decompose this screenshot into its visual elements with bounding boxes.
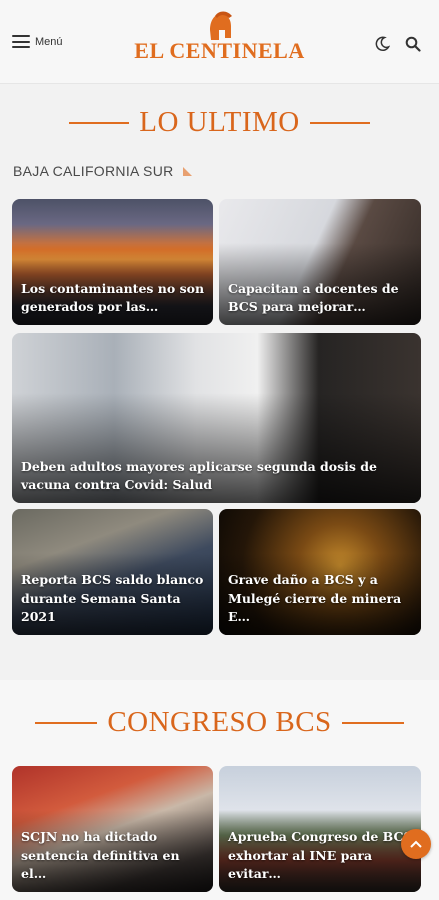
section-title-lo-ultimo: LO ULTIMO — [0, 106, 439, 139]
title-rule — [69, 121, 130, 124]
news-card[interactable]: Grave daño a BCS y a Mulegé cierre de mi… — [219, 509, 421, 635]
news-card[interactable]: Aprueba Congreso de BCS exhortar al INE … — [219, 766, 421, 892]
news-card[interactable]: SCJN no ha dictado sentencia definitiva … — [12, 766, 213, 892]
moon-icon[interactable] — [374, 36, 390, 52]
triangle-icon — [182, 166, 192, 176]
title-rule — [35, 721, 98, 724]
card-caption: Los contaminantes no son generados por l… — [21, 280, 205, 315]
section-title-congreso: CONGRESO BCS — [0, 706, 439, 739]
search-icon[interactable] — [405, 36, 421, 52]
chevron-up-icon — [410, 840, 422, 848]
card-caption: SCJN no ha dictado sentencia definitiva … — [21, 828, 180, 882]
category-heading[interactable]: BAJA CALIFORNIA SUR — [13, 163, 193, 179]
section-heading: CONGRESO BCS — [107, 706, 332, 738]
news-card[interactable]: Reporta BCS saldo blanco durante Semana … — [12, 509, 213, 635]
news-card[interactable]: Capacitan a docentes de BCS para mejorar… — [219, 199, 421, 325]
scroll-to-top-button[interactable] — [401, 829, 431, 859]
title-rule — [341, 721, 404, 724]
section-heading: LO ULTIMO — [139, 106, 300, 138]
card-caption: Deben adultos mayores aplicarse segunda … — [21, 458, 377, 493]
card-caption: Aprueba Congreso de BCS exhortar al INE … — [228, 828, 413, 882]
category-label: BAJA CALIFORNIA SUR — [13, 163, 174, 179]
card-caption: Capacitan a docentes de BCS para mejorar… — [228, 280, 399, 315]
site-header: Menú EL CENTINELA — [0, 0, 439, 84]
news-card-featured[interactable]: Deben adultos mayores aplicarse segunda … — [12, 333, 421, 503]
card-caption: Reporta BCS saldo blanco durante Semana … — [21, 571, 204, 625]
card-caption: Grave daño a BCS y a Mulegé cierre de mi… — [228, 571, 402, 625]
title-rule — [309, 121, 370, 124]
news-card[interactable]: Los contaminantes no son generados por l… — [12, 199, 213, 325]
